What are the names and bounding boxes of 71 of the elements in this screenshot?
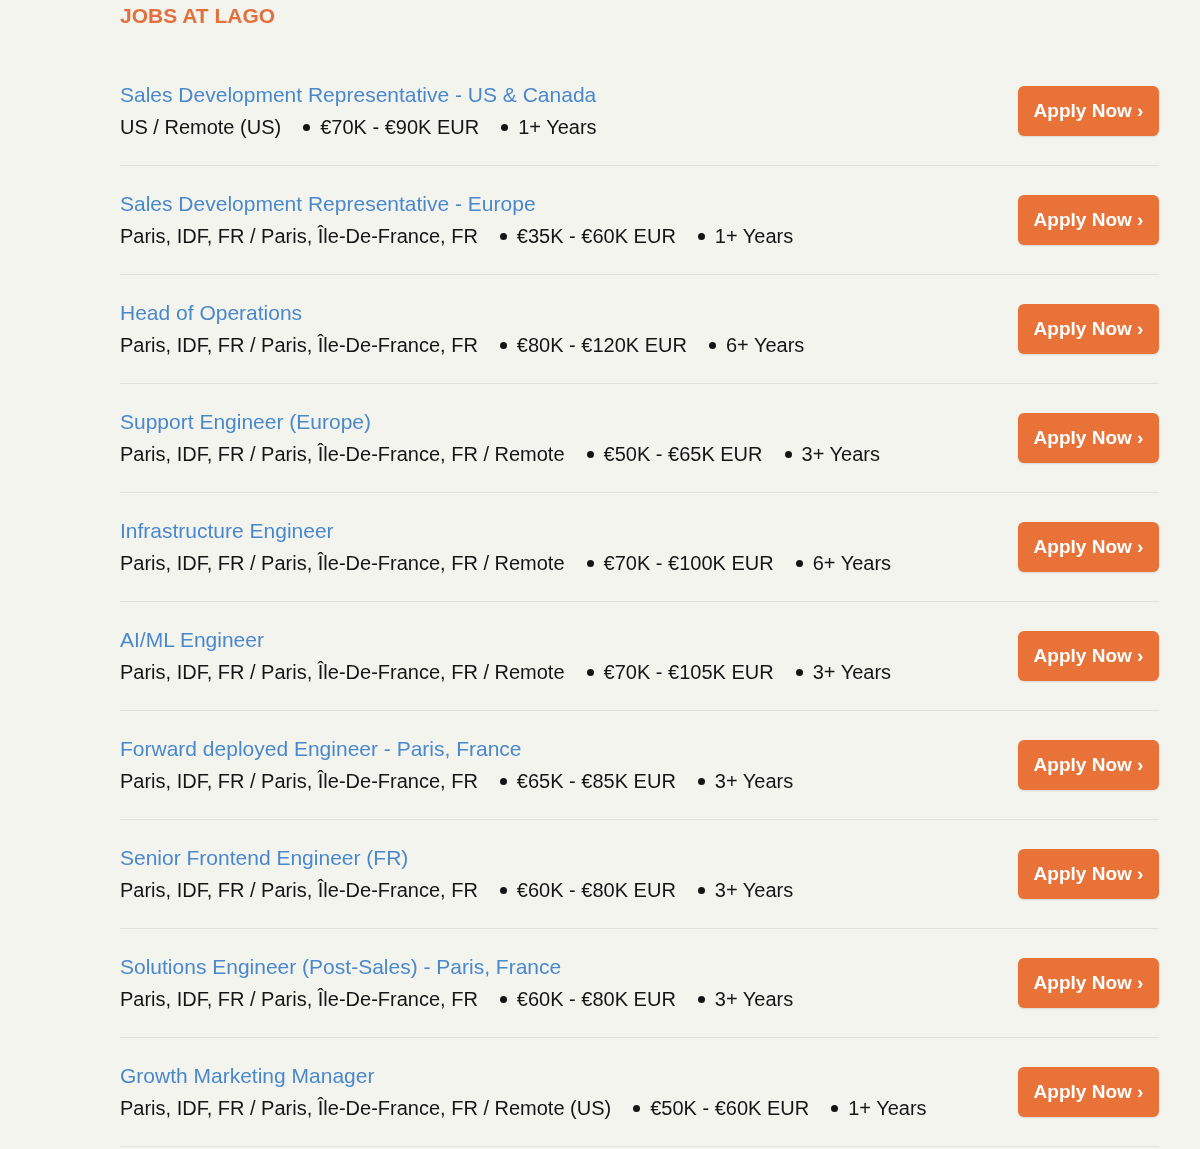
bullet-icon [586,450,594,458]
job-experience: 3+ Years [714,987,794,1012]
job-location: Paris, IDF, FR / Paris, Île-De-France, FR [120,987,478,1012]
bullet-icon [501,123,509,131]
job-location: Paris, IDF, FR / Paris, Île-De-France, FR [120,333,478,358]
job-location: Paris, IDF, FR / Paris, Île-De-France, FR [120,224,478,249]
job-experience: 3+ Years [801,442,880,467]
job-experience: 3+ Years [714,878,794,903]
job-experience: 3+ Years [714,769,794,794]
job-experience: 6+ Years [725,333,805,358]
job-title-link[interactable]: AI/ML Engineer [120,626,264,654]
job-title-link[interactable]: Sales Development Representative - Europe [120,190,536,218]
bullet-icon [586,559,594,567]
job-title-link[interactable]: Forward deployed Engineer - Paris, France [120,735,522,763]
bullet-icon [697,995,705,1003]
bullet-icon [795,559,803,567]
bullet-icon [499,232,507,240]
job-experience: 1+ Years [518,115,597,140]
job-salary: €60K - €80K EUR [516,878,676,903]
bullet-icon [795,668,803,676]
apply-now-button[interactable]: Apply Now › [1018,849,1159,899]
job-title-link[interactable]: Support Engineer (Europe) [120,408,371,436]
job-experience: 3+ Years [812,660,892,685]
job-location: Paris, IDF, FR / Paris, Île-De-France, FR / Remote [120,442,565,467]
apply-now-button[interactable]: Apply Now › [1018,304,1159,354]
bullet-icon [784,450,792,458]
bullet-icon [586,668,594,676]
job-experience: 6+ Years [812,551,892,576]
job-title-link[interactable]: Sales Development Representative - US & Canada [120,81,597,109]
bullet-icon [499,886,507,894]
job-location: Paris, IDF, FR / Paris, Île-De-France, FR [120,878,478,903]
apply-now-button[interactable]: Apply Now › [1018,631,1159,681]
apply-now-button[interactable]: Apply Now › [1018,522,1159,572]
job-salary: €70K - €90K EUR [320,115,480,140]
job-title-link[interactable]: Senior Frontend Engineer (FR) [120,844,409,872]
bullet-icon [697,777,705,785]
job-location: US / Remote (US) [120,115,282,140]
apply-now-button[interactable]: Apply Now › [1018,86,1159,136]
apply-now-button[interactable]: Apply Now › [1018,1067,1159,1117]
job-salary: €70K - €100K EUR [603,551,774,576]
bullet-icon [831,1104,839,1112]
bullet-icon [697,886,705,894]
bullet-icon [499,995,507,1003]
job-salary: €50K - €65K EUR [603,442,763,467]
bullet-icon [697,232,705,240]
apply-now-button[interactable]: Apply Now › [1018,958,1159,1008]
apply-now-button[interactable]: Apply Now › [1018,195,1159,245]
job-location: Paris, IDF, FR / Paris, Île-De-France, FR / Remote (US) [120,1096,612,1121]
job-experience: 1+ Years [848,1096,927,1121]
job-experience: 1+ Years [714,224,794,249]
job-location: Paris, IDF, FR / Paris, Île-De-France, FR / Remote [120,660,565,685]
job-salary: €60K - €80K EUR [516,987,676,1012]
job-salary: €65K - €85K EUR [516,769,676,794]
bullet-icon [303,123,311,131]
job-salary: €35K - €60K EUR [516,224,676,249]
job-salary: €80K - €120K EUR [516,333,687,358]
apply-now-button[interactable]: Apply Now › [1018,740,1159,790]
section-heading: JOBS AT LAGO [120,3,277,29]
job-salary: €50K - €60K EUR [650,1096,810,1121]
bullet-icon [499,341,507,349]
job-location: Paris, IDF, FR / Paris, Île-De-France, FR [120,769,478,794]
bullet-icon [708,341,716,349]
job-title-link[interactable]: Solutions Engineer (Post-Sales) - Paris, France [120,953,562,981]
bullet-icon [633,1104,641,1112]
job-title-link[interactable]: Growth Marketing Manager [120,1062,375,1090]
job-title-link[interactable]: Head of Operations [120,299,303,327]
job-title-link[interactable]: Infrastructure Engineer [120,517,334,545]
apply-now-button[interactable]: Apply Now › [1018,413,1159,463]
job-location: Paris, IDF, FR / Paris, Île-De-France, FR / Remote [120,551,565,576]
job-salary: €70K - €105K EUR [603,660,774,685]
bullet-icon [499,777,507,785]
